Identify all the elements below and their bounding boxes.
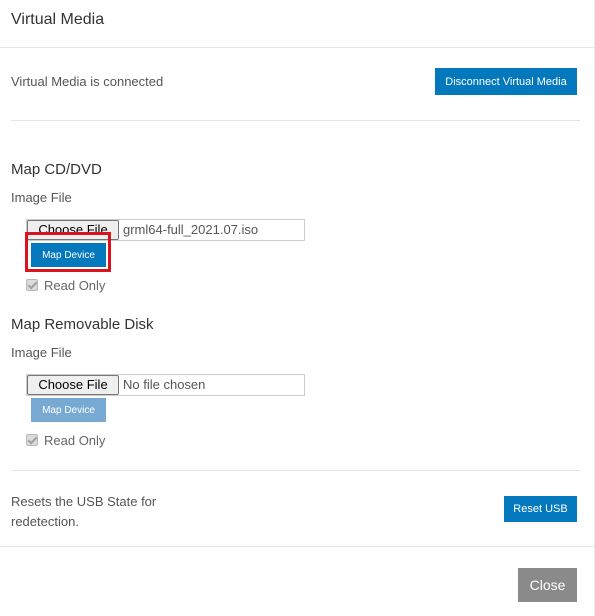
connection-row: Virtual Media is connected Disconnect Vi… (0, 48, 595, 120)
cd-dvd-image-file-label: Image File (11, 190, 72, 205)
cd-dvd-read-only-row: Read Only (26, 277, 105, 293)
usb-reset-description: Resets the USB State for redetection. (11, 494, 157, 529)
removable-disk-choose-file-button[interactable]: Choose File (27, 375, 119, 395)
removable-disk-read-only-checkbox[interactable] (26, 434, 38, 446)
removable-disk-section-title: Map Removable Disk (11, 316, 154, 333)
removable-disk-read-only-label: Read Only (44, 432, 106, 448)
removable-disk-map-device-button[interactable]: Map Device (31, 398, 106, 422)
dialog-footer: Close (0, 546, 595, 616)
dialog-title: Virtual Media (11, 11, 105, 28)
cd-dvd-read-only-label: Read Only (44, 277, 106, 293)
virtual-media-dialog: Virtual Media Virtual Media is connected… (0, 0, 595, 616)
removable-disk-file-name: No file chosen (123, 377, 206, 392)
section-divider (11, 120, 580, 121)
dialog-header: Virtual Media (0, 0, 594, 48)
disconnect-virtual-media-button[interactable]: Disconnect Virtual Media (435, 68, 577, 95)
removable-disk-read-only-row: Read Only (26, 432, 105, 448)
cd-dvd-file-name: grml64-full_2021.07.iso (123, 222, 259, 237)
section-divider (11, 470, 580, 471)
removable-disk-file-input[interactable]: Choose File No file chosen (26, 374, 305, 396)
reset-usb-button[interactable]: Reset USB (504, 496, 577, 522)
removable-disk-image-file-label: Image File (11, 345, 72, 360)
highlight-annotation-box (25, 232, 111, 272)
connection-status-text: Virtual Media is connected (11, 74, 164, 89)
close-button[interactable]: Close (518, 568, 577, 602)
cd-dvd-read-only-checkbox[interactable] (26, 279, 38, 291)
cd-dvd-section-title: Map CD/DVD (11, 161, 102, 178)
